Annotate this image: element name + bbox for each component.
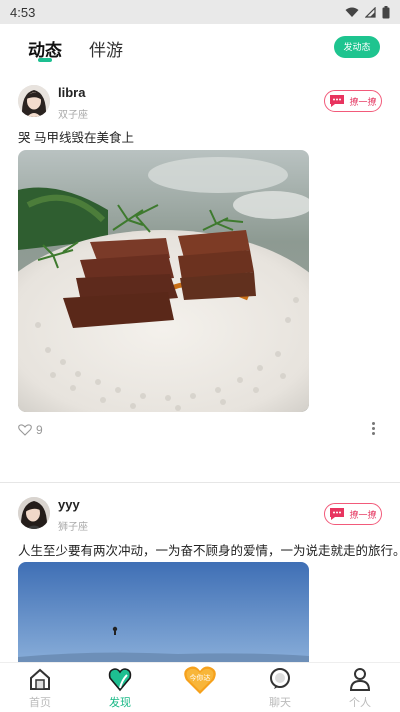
nav-chat-label: 聊天 xyxy=(269,697,291,709)
top-navigation: 动态 伴游 发动态 xyxy=(0,24,400,68)
tab-companion-travel[interactable]: 伴游 xyxy=(89,36,123,61)
chat-bubble-icon xyxy=(330,508,345,520)
battery-icon xyxy=(382,5,390,18)
chat-button[interactable]: 撩一撩 xyxy=(324,503,382,525)
post-dynamic-button[interactable]: 发动态 xyxy=(334,36,380,58)
chat-bubble-icon xyxy=(330,95,345,107)
more-options-icon[interactable] xyxy=(372,422,376,435)
bottom-navigation: 首页 发现 今你达 聊天 个人 xyxy=(0,662,400,712)
post-photo[interactable] xyxy=(18,150,309,412)
chat-button[interactable]: 撩一撩 xyxy=(324,90,382,112)
nav-home[interactable]: 首页 xyxy=(5,663,75,712)
profile-icon xyxy=(349,668,371,691)
nav-profile-label: 个人 xyxy=(349,697,371,709)
chat-button-label: 撩一撩 xyxy=(349,96,377,107)
post-text: 哭 马甲线毁在美食上 xyxy=(18,131,134,145)
post-divider xyxy=(0,482,400,483)
nav-chat[interactable]: 聊天 xyxy=(245,663,315,712)
active-tab-indicator xyxy=(38,58,52,62)
chat-icon xyxy=(270,668,290,689)
system-icons xyxy=(345,5,390,19)
discover-icon xyxy=(108,668,132,692)
post-photo[interactable] xyxy=(18,562,309,662)
nav-home-label: 首页 xyxy=(29,697,51,709)
avatar[interactable] xyxy=(18,497,50,529)
feed-list[interactable]: libra 双子座 撩一撩 哭 马甲线毁在美食上 9 yyy 狮子座 撩一撩 人… xyxy=(0,72,400,662)
status-time: 4:53 xyxy=(10,4,36,20)
nav-discover[interactable]: 发现 xyxy=(85,663,155,712)
chat-button-label: 撩一撩 xyxy=(349,509,377,520)
heart-badge-text: 今你达 xyxy=(189,675,211,682)
nav-center-heart[interactable]: 今你达 xyxy=(165,663,235,712)
like-count: 9 xyxy=(36,423,43,437)
wifi-icon xyxy=(345,7,359,17)
nav-profile[interactable]: 个人 xyxy=(325,663,395,712)
zodiac-sign: 双子座 xyxy=(58,110,88,121)
status-bar: 4:53 xyxy=(0,0,400,24)
nav-discover-label: 发现 xyxy=(109,697,131,709)
zodiac-sign: 狮子座 xyxy=(58,522,88,533)
username[interactable]: yyy xyxy=(58,497,80,512)
like-button[interactable]: 9 xyxy=(18,423,43,437)
home-icon xyxy=(30,668,50,690)
signal-icon xyxy=(365,6,376,18)
avatar[interactable] xyxy=(18,85,50,117)
username[interactable]: libra xyxy=(58,85,85,100)
post-text: 人生至少要有两次冲动，一为奋不顾身的爱情，一为说走就走的旅行。 xyxy=(18,544,400,558)
heart-outline-icon xyxy=(18,424,32,436)
